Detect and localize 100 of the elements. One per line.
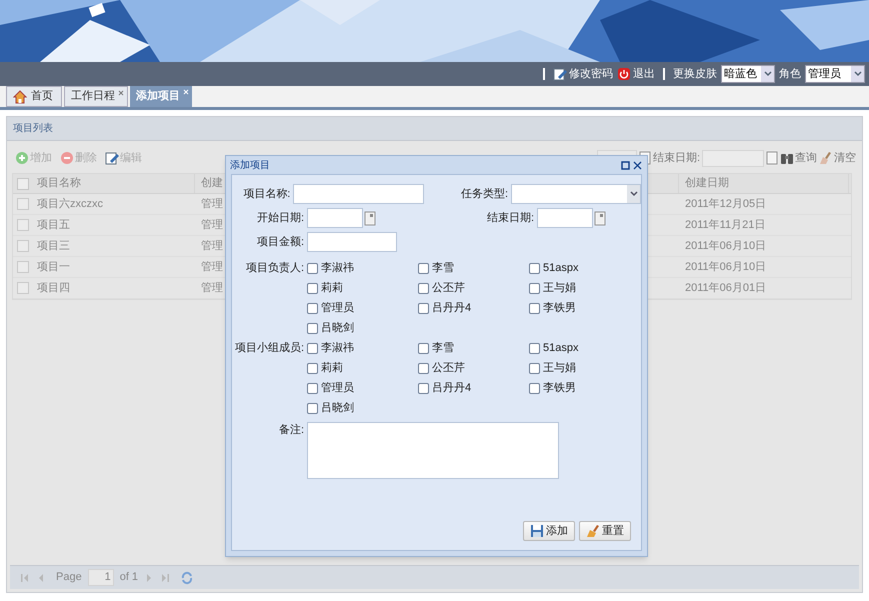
pencil-icon xyxy=(105,151,119,165)
table-cell: 管理 xyxy=(201,240,223,252)
group-label: 项目负责人: xyxy=(244,260,305,276)
checkbox[interactable] xyxy=(529,382,540,394)
calendar-icon xyxy=(364,210,376,226)
broom-icon xyxy=(819,151,833,165)
checkbox[interactable] xyxy=(418,382,429,394)
table-cell: 管理 xyxy=(201,282,223,294)
checkbox[interactable] xyxy=(307,302,318,314)
row-checkbox[interactable] xyxy=(17,240,29,252)
checkbox-option[interactable]: 李雪 xyxy=(418,340,529,356)
group-label: 项目小组成员: xyxy=(234,341,305,356)
table-cell: 项目六zxczxc xyxy=(37,198,103,210)
table-cell: 管理 xyxy=(201,218,223,231)
table-cell: 2011年06月10日 xyxy=(685,240,766,252)
checkbox[interactable] xyxy=(307,382,318,394)
checkbox-option[interactable]: 李淑祎 xyxy=(307,340,418,356)
skin-select[interactable]: 暗蓝色 xyxy=(721,65,775,83)
checkbox[interactable] xyxy=(418,262,429,274)
checkbox[interactable] xyxy=(418,302,429,314)
checkbox[interactable] xyxy=(529,302,540,314)
close-icon xyxy=(118,90,124,96)
checkbox[interactable] xyxy=(418,362,429,374)
page-label: Page xyxy=(56,570,82,586)
toolbar-button[interactable]: 查询 xyxy=(780,150,817,166)
checkbox[interactable] xyxy=(307,362,318,374)
refresh-icon xyxy=(180,570,194,584)
checkbox-option[interactable]: 李雪 xyxy=(418,260,529,276)
checkbox-option[interactable]: 公丕芹 xyxy=(418,280,529,296)
date-field[interactable] xyxy=(537,208,593,228)
checkbox[interactable] xyxy=(529,262,540,274)
checkbox[interactable] xyxy=(529,362,540,374)
checkbox-option[interactable]: 吕丹丹4 xyxy=(418,380,529,396)
table-cell: 项目五 xyxy=(37,218,70,231)
last-page-icon xyxy=(160,572,170,584)
remark-field[interactable] xyxy=(307,422,559,479)
row-checkbox[interactable] xyxy=(17,261,29,273)
field-label: 任务类型: xyxy=(460,186,509,202)
top-bar-link[interactable]: 修改密码 xyxy=(553,66,613,82)
table-cell: 项目一 xyxy=(37,260,70,273)
checkbox[interactable] xyxy=(418,342,429,354)
checkbox[interactable] xyxy=(307,262,318,274)
text-field[interactable] xyxy=(293,184,424,204)
checkbox-option[interactable]: 王与娟 xyxy=(529,280,640,296)
table-cell: 2011年06月01日 xyxy=(685,282,766,294)
role-select[interactable]: 管理员 xyxy=(805,65,865,83)
table-cell: 项目三 xyxy=(37,240,70,252)
pencil-icon xyxy=(553,67,567,81)
checkbox-option[interactable]: 吕晓剑 xyxy=(307,400,418,416)
tab[interactable]: 首页 xyxy=(6,86,62,107)
checkbox-option[interactable]: 李淑祎 xyxy=(307,260,418,276)
checkbox[interactable] xyxy=(307,342,318,354)
maximize-button[interactable] xyxy=(621,160,631,170)
checkbox[interactable] xyxy=(529,282,540,294)
close-button[interactable] xyxy=(633,160,643,170)
house-icon xyxy=(13,90,27,104)
date-field[interactable] xyxy=(307,208,363,228)
row-checkbox[interactable] xyxy=(17,198,29,210)
broom-icon xyxy=(586,524,600,538)
toolbar-button[interactable]: 清空 xyxy=(819,150,856,166)
select-all-checkbox[interactable] xyxy=(17,178,29,190)
row-checkbox[interactable] xyxy=(17,282,29,294)
date-field[interactable] xyxy=(702,150,764,166)
checkbox-option[interactable]: 管理员 xyxy=(307,380,418,396)
checkbox-option[interactable]: 51aspx xyxy=(529,340,640,356)
checkbox[interactable] xyxy=(307,282,318,294)
remark-label: 备注: xyxy=(278,422,305,438)
row-checkbox[interactable] xyxy=(17,219,29,231)
minus-icon xyxy=(60,151,74,165)
checkbox-option[interactable]: 李铁男 xyxy=(529,380,640,396)
plus-icon xyxy=(15,151,29,165)
checkbox-option[interactable]: 莉莉 xyxy=(307,360,418,376)
checkbox[interactable] xyxy=(418,282,429,294)
checkbox-option[interactable]: 吕晓剑 xyxy=(307,320,418,336)
checkbox-option[interactable]: 吕丹丹4 xyxy=(418,300,529,316)
field-label: 开始日期: xyxy=(256,210,305,226)
amount-field[interactable] xyxy=(307,232,397,252)
dialog-button[interactable]: 添加 xyxy=(523,521,575,541)
role-label: 角色 xyxy=(779,66,801,82)
skin-label: 更换皮肤 xyxy=(673,66,717,82)
checkbox-option[interactable]: 王与娟 xyxy=(529,360,640,376)
checkbox[interactable] xyxy=(307,402,318,414)
dialog-button[interactable]: 重置 xyxy=(579,521,631,541)
binoculars-icon xyxy=(780,151,794,165)
close-icon xyxy=(633,160,642,170)
table-cell: 项目四 xyxy=(37,282,70,294)
top-bar-link[interactable]: 退出 xyxy=(617,66,655,82)
checkbox-option[interactable]: 51aspx xyxy=(529,260,640,276)
first-page-icon xyxy=(20,572,30,584)
tab[interactable]: 工作日程 xyxy=(64,86,128,107)
checkbox-option[interactable]: 李铁男 xyxy=(529,300,640,316)
checkbox[interactable] xyxy=(307,322,318,334)
checkbox-option[interactable]: 管理员 xyxy=(307,300,418,316)
table-cell: 管理 xyxy=(201,198,223,210)
page-count: of 1 xyxy=(120,570,138,586)
table-cell: 2011年11月21日 xyxy=(685,218,766,231)
checkbox[interactable] xyxy=(529,342,540,354)
checkbox-option[interactable]: 莉莉 xyxy=(307,280,418,296)
checkbox-option[interactable]: 公丕芹 xyxy=(418,360,529,376)
field-label: 项目名称: xyxy=(242,186,292,202)
